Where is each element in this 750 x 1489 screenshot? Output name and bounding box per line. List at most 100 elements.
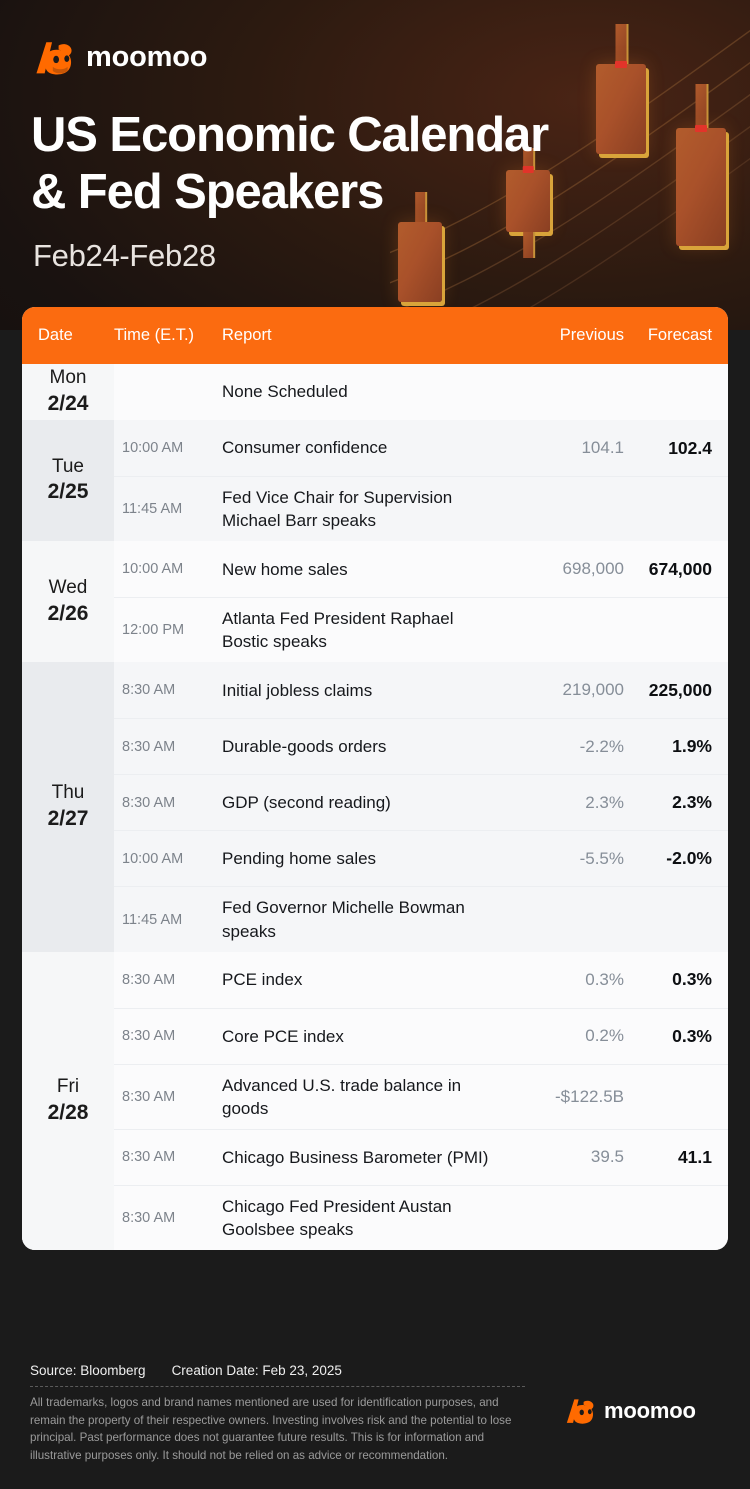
column-header-previous: Previous [559,326,624,344]
cell-time: 10:00 AM [122,850,184,867]
cell-previous: 219,000 [562,680,624,700]
cell-time: 8:30 AM [122,1028,176,1045]
brand-logo: moomoo [34,38,207,76]
day-of-week: Fri [56,1076,80,1098]
cell-time: 8:30 AM [122,971,176,988]
cell-previous: 39.5 [590,1147,624,1167]
table-row[interactable]: 8:30 AM Core PCE index 0.2% 0.3% [114,1007,728,1064]
cell-previous: 698,000 [562,559,624,579]
cell-previous: 0.3% [585,969,624,989]
day-date: 2/25 [47,480,89,504]
footer-brand-logo: moomoo [565,1396,696,1425]
cell-previous: -2.2% [579,736,624,756]
cell-time: 11:45 AM [122,911,183,928]
table-row[interactable]: 11:45 AM Fed Vice Chair for Supervision M… [114,476,728,541]
day-group: Mon 2/24 None Scheduled [22,364,728,420]
day-group: Thu 2/27 8:30 AM Initial jobless claims 219,… [22,662,728,952]
cell-time: 10:00 AM [122,561,184,578]
cell-forecast: 0.3% [672,1025,712,1046]
table-row[interactable]: 10:00 AM New home sales 698,000 674,000 [114,541,728,597]
cell-forecast: 1.9% [672,736,712,757]
cell-previous: -$122.5B [555,1086,624,1106]
cell-previous: 2.3% [585,792,624,812]
cell-report: Core PCE index [222,1026,344,1046]
table-row[interactable]: 12:00 PM Atlanta Fed President Raphael Bo… [114,597,728,662]
table-row[interactable]: 10:00 AM Consumer confidence 104.1 102.4 [114,420,728,476]
cell-report: Pending home sales [222,849,377,869]
day-of-week: Mon [49,367,87,389]
cell-forecast: -2.0% [666,848,712,869]
day-rows: 10:00 AM New home sales 698,000 674,000 12:0… [114,541,728,662]
day-cell: Thu 2/27 [22,662,114,952]
day-cell: Fri 2/28 [22,951,114,1251]
column-header-date: Date [38,326,73,344]
column-header-forecast: Forecast [647,326,712,344]
day-of-week: Thu [51,782,85,804]
day-group: Tue 2/25 10:00 AM Consumer confidence 104.1 1… [22,420,728,542]
table-row[interactable]: 8:30 AM Durable-goods orders -2.2% 1.9% [114,718,728,774]
hero-banner: moomoo US Economic Calendar & Fed Speake… [0,0,750,330]
table-row[interactable]: 8:30 AM GDP (second reading) 2.3% 2.3% [114,774,728,830]
cell-forecast: 2.3% [672,792,712,813]
day-date: 2/26 [47,601,89,625]
table-row[interactable]: 8:30 AM Chicago Business Barometer (PMI) 3… [114,1128,728,1185]
column-header-report: Report [222,326,272,344]
day-of-week: Tue [51,456,85,478]
table-row[interactable]: 11:45 AM Fed Governor Michelle Bowman spe… [114,886,728,951]
cell-report: None Scheduled [222,382,348,402]
cell-forecast: 0.3% [672,969,712,990]
moomoo-bull-icon [566,1399,594,1424]
column-header-time: Time (E.T.) [114,326,195,344]
cell-time: 8:30 AM [122,1209,176,1226]
footer-meta: Source: Bloomberg Creation Date: Feb 23,… [30,1363,342,1378]
table-body: Mon 2/24 None Scheduled Tue 2/25 10:00 AM Cons… [22,364,728,1251]
cell-report: PCE index [222,970,303,990]
cell-report: Initial jobless claims [222,680,373,700]
page-title-line-2: & Fed Speakers [31,165,384,220]
table-row[interactable]: None Scheduled [114,364,728,420]
footer-disclaimer: All trademarks, logos and brand names me… [30,1396,512,1462]
cell-time: 11:45 AM [122,501,183,518]
infographic-page: moomoo US Economic Calendar & Fed Speake… [0,0,750,1489]
cell-report: Chicago Fed President Austan Goolsbee sp… [222,1196,452,1239]
footer-divider [30,1386,525,1387]
day-date: 2/28 [47,1100,89,1124]
table-row[interactable]: 8:30 AM Advanced U.S. trade balance in go… [114,1063,728,1129]
footer-brand-name: moomoo [604,1397,696,1423]
cell-forecast: 225,000 [648,679,712,700]
day-rows: 10:00 AM Consumer confidence 104.1 102.4 11:… [114,420,728,541]
cell-forecast: 674,000 [648,558,712,579]
cell-time: 12:00 PM [122,622,185,639]
cell-previous: 0.2% [585,1026,624,1046]
cell-report: Durable-goods orders [222,737,387,757]
cell-previous: -5.5% [579,848,624,868]
cell-time: 10:00 AM [122,440,184,456]
day-rows: 8:30 AM PCE index 0.3% 0.3% 8:30 AM Core PCE … [114,952,728,1250]
cell-report: Atlanta Fed President Raphael Bostic spe… [222,609,454,652]
cell-report: Fed Governor Michelle Bowman speaks [222,898,465,941]
cell-report: GDP (second reading) [222,793,391,813]
table-row[interactable]: 8:30 AM Initial jobless claims 219,000 225,… [114,662,728,718]
economic-calendar-table: Date Time (E.T.) Report Previous Forecas… [22,307,728,1251]
page-title: US Economic Calendar & Fed Speakers [31,107,691,222]
cell-time: 8:30 AM [122,1088,176,1105]
table-row[interactable]: 8:30 AM Chicago Fed President Austan Gool… [114,1184,728,1250]
brand-name: moomoo [86,40,208,73]
cell-time: 8:30 AM [122,738,176,755]
cell-report: Fed Vice Chair for Supervision Michael B… [222,488,453,531]
cell-previous: 104.1 [581,438,624,457]
cell-time: 8:30 AM [122,1149,176,1166]
date-range-subtitle: Feb24-Feb28 [33,238,216,273]
day-group: Wed 2/26 10:00 AM New home sales 698,000 674,… [22,541,728,663]
page-title-line-1: US Economic Calendar [31,108,549,162]
table-row[interactable]: 8:30 AM PCE index 0.3% 0.3% [114,952,728,1008]
day-date: 2/24 [47,391,89,415]
day-date: 2/27 [47,806,89,830]
cell-time: 8:30 AM [122,794,176,811]
day-group: Fri 2/28 8:30 AM PCE index 0.3% 0.3% 8:30 AM Co… [22,951,728,1251]
day-rows: None Scheduled [114,364,728,420]
cell-forecast: 41.1 [677,1146,712,1167]
cell-report: Consumer confidence [222,438,388,458]
day-cell: Mon 2/24 [22,364,114,420]
table-row[interactable]: 10:00 AM Pending home sales -5.5% -2.0% [114,830,728,886]
